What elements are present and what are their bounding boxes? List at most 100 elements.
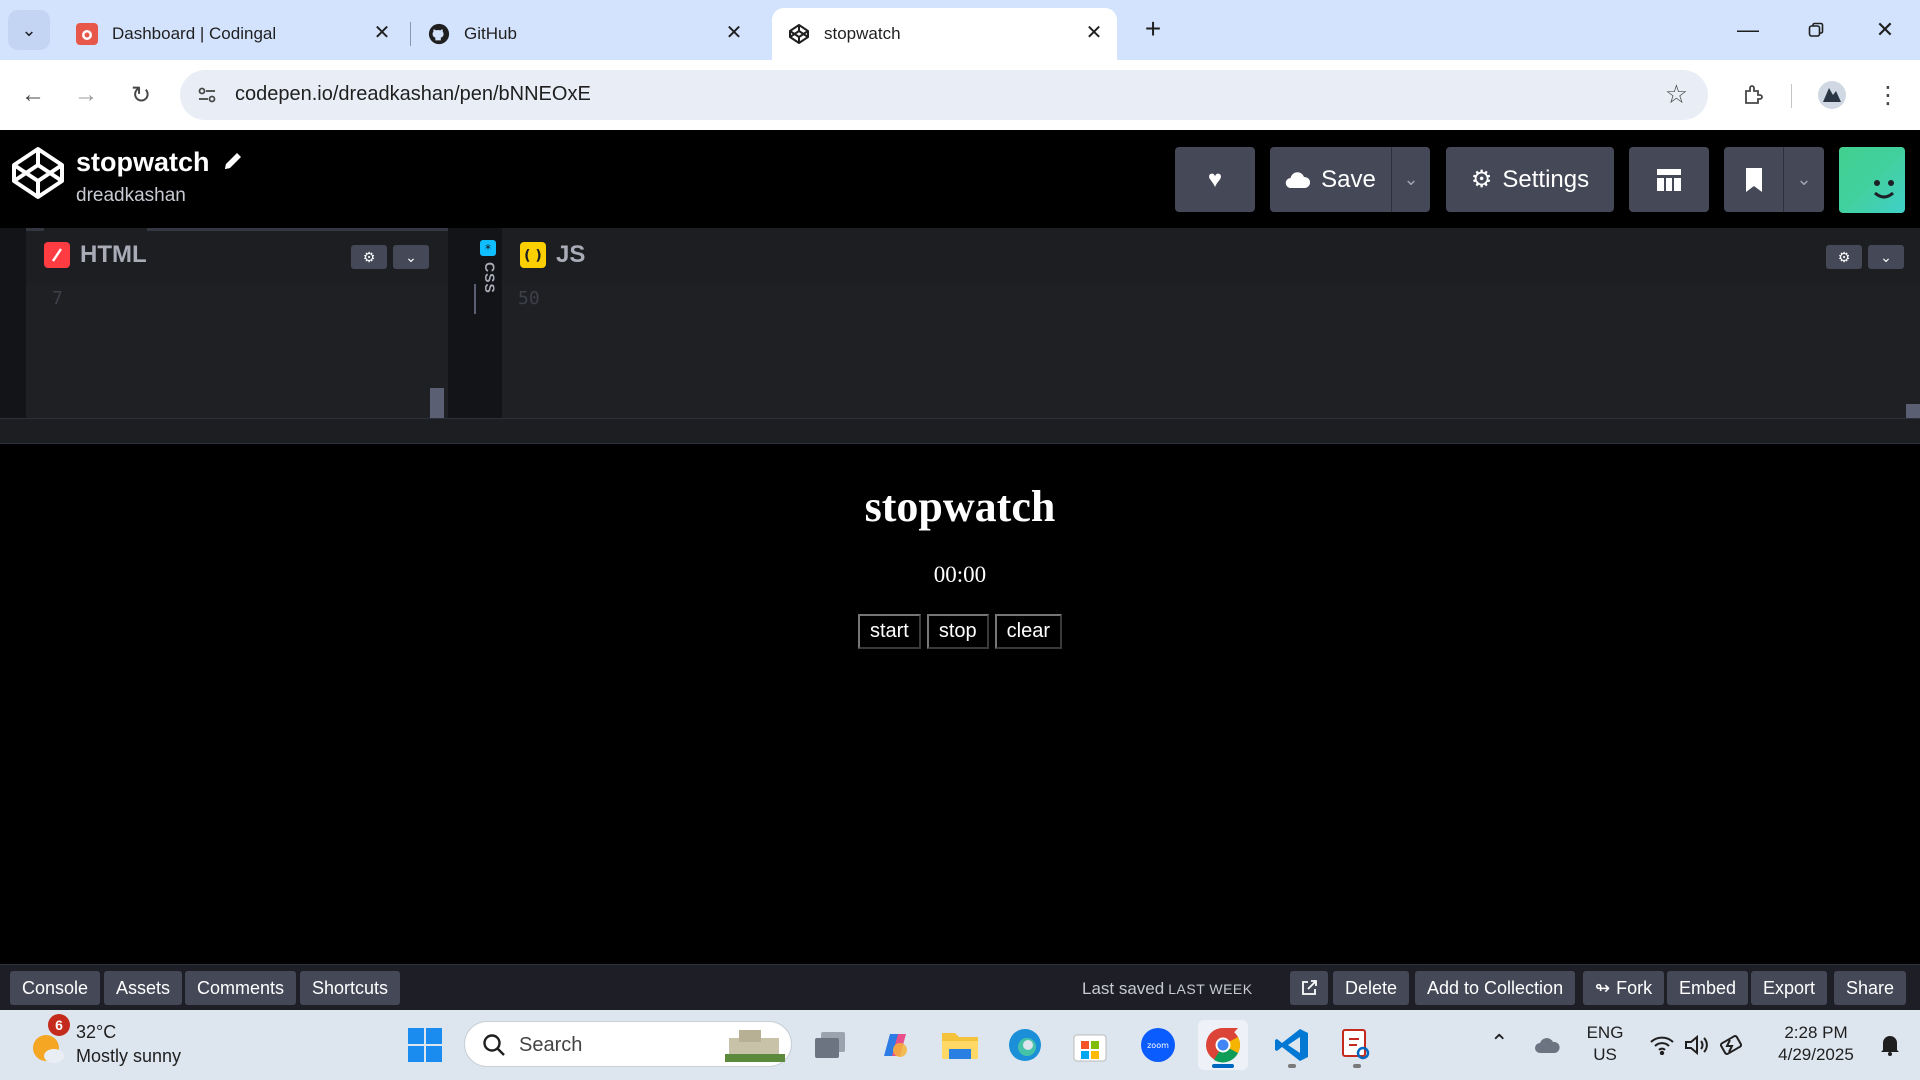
bookmark-star-icon[interactable]: ☆ <box>1665 79 1688 110</box>
html-label: HTML <box>80 241 147 268</box>
js-settings-button[interactable]: ⚙ <box>1826 245 1862 269</box>
tab-github[interactable]: GitHub ✕ <box>412 8 757 60</box>
zoom-app[interactable]: zoom <box>1133 1020 1183 1070</box>
task-view-icon <box>815 1032 845 1058</box>
shortcuts-button[interactable]: Shortcuts <box>300 971 401 1005</box>
chevron-down-icon: ⌄ <box>405 248 417 265</box>
line-number: 7 <box>52 288 63 309</box>
html-collapse-button[interactable]: ⌄ <box>393 245 429 269</box>
editor-divider[interactable] <box>448 228 474 418</box>
assets-button[interactable]: Assets <box>104 971 183 1005</box>
save-label: Save <box>1321 165 1376 193</box>
codepen-icon <box>788 23 810 45</box>
stop-button[interactable]: stop <box>926 614 989 649</box>
pen-title[interactable]: stopwatch <box>76 147 210 178</box>
site-info-icon[interactable] <box>194 82 220 108</box>
last-saved-status: Last saved LAST WEEK <box>1082 979 1253 999</box>
codepen-logo-icon[interactable] <box>10 145 66 201</box>
edge-app[interactable] <box>1000 1020 1050 1070</box>
fork-button[interactable]: ↬ Fork <box>1583 971 1665 1005</box>
close-window-button[interactable]: ✕ <box>1860 10 1910 50</box>
microsoft-store-app[interactable] <box>1065 1020 1115 1070</box>
preview-resizer[interactable] <box>0 418 1920 444</box>
forward-button[interactable]: → <box>67 76 105 114</box>
svg-text:zoom: zoom <box>1147 1041 1169 1050</box>
taskbar-search[interactable]: Search <box>464 1021 792 1067</box>
export-button[interactable]: Export <box>1751 971 1828 1005</box>
chrome-menu-icon[interactable]: ⋮ <box>1869 76 1907 114</box>
js-code-area[interactable]: 50 <box>502 284 1920 418</box>
css-editor-collapsed[interactable]: * CSS <box>474 228 502 418</box>
tab-search-button[interactable]: ⌄ <box>8 10 50 50</box>
console-button[interactable]: Console <box>10 971 101 1005</box>
minimize-button[interactable]: — <box>1723 10 1773 50</box>
add-to-collection-button[interactable]: Add to Collection <box>1415 971 1576 1005</box>
search-icon <box>483 1034 505 1056</box>
heart-button[interactable]: ♥ <box>1175 147 1255 212</box>
html-code-area[interactable]: 7 <box>26 284 448 418</box>
clear-button[interactable]: clear <box>994 614 1063 649</box>
delete-button[interactable]: Delete <box>1333 971 1410 1005</box>
close-tab-icon[interactable]: ✕ <box>723 22 745 44</box>
open-external-button[interactable] <box>1290 971 1328 1005</box>
last-saved-value: LAST WEEK <box>1168 981 1253 997</box>
show-hidden-icons[interactable]: ⌃ <box>1490 1030 1508 1056</box>
running-indicator <box>1212 1064 1234 1068</box>
input-language[interactable]: ENG US <box>1578 1022 1632 1066</box>
volume-icon[interactable] <box>1684 1034 1710 1056</box>
bookmark-button[interactable] <box>1724 147 1784 212</box>
editor-scrollbar[interactable] <box>1906 404 1920 418</box>
tab-codingal[interactable]: Dashboard | Codingal ✕ <box>60 8 405 60</box>
tab-title: Dashboard | Codingal <box>112 24 277 43</box>
save-dropdown-button[interactable]: ⌄ <box>1392 147 1430 212</box>
extensions-icon[interactable] <box>1735 76 1773 114</box>
url-text: codepen.io/dreadkashan/pen/bNNEOxE <box>235 83 591 105</box>
start-button[interactable]: start <box>857 614 921 649</box>
copilot-app[interactable] <box>870 1020 920 1070</box>
comments-button[interactable]: Comments <box>185 971 297 1005</box>
snipping-tool-app[interactable] <box>1332 1020 1382 1070</box>
wifi-icon[interactable] <box>1650 1035 1674 1055</box>
language-code: ENG <box>1586 1023 1624 1042</box>
back-button[interactable]: ← <box>14 76 52 114</box>
cloud-icon <box>1285 171 1311 188</box>
clock[interactable]: 2:28 PM 4/29/2025 <box>1766 1022 1866 1066</box>
browser-toolbar: ← → ↻ codepen.io/dreadkashan/pen/bNNEOxE… <box>0 60 1920 130</box>
editor-scrollbar[interactable] <box>430 388 444 418</box>
weather-widget[interactable]: 6 32°C Mostly sunny <box>28 1014 208 1072</box>
change-view-button[interactable] <box>1629 147 1709 212</box>
address-bar[interactable]: codepen.io/dreadkashan/pen/bNNEOxE ☆ <box>180 70 1708 120</box>
reload-button[interactable]: ↻ <box>122 76 160 114</box>
vscode-app[interactable] <box>1267 1020 1317 1070</box>
onedrive-icon[interactable] <box>1534 1035 1562 1055</box>
task-view-button[interactable] <box>805 1020 855 1070</box>
chevron-down-icon: ⌄ <box>21 19 37 40</box>
layout-icon <box>1657 168 1681 191</box>
chevron-down-icon: ⌄ <box>1880 248 1892 265</box>
pen-author[interactable]: dreadkashan <box>76 185 186 207</box>
profile-avatar[interactable] <box>1813 76 1851 114</box>
html-settings-button[interactable]: ⚙ <box>351 245 387 269</box>
start-button[interactable] <box>400 1020 450 1070</box>
embed-button[interactable]: Embed <box>1667 971 1749 1005</box>
battery-icon[interactable] <box>1718 1034 1744 1056</box>
user-avatar[interactable] <box>1839 147 1905 213</box>
save-button[interactable]: Save <box>1270 147 1392 212</box>
bookmark-dropdown-button[interactable]: ⌄ <box>1784 147 1824 212</box>
close-tab-icon[interactable]: ✕ <box>1083 22 1105 44</box>
new-tab-button[interactable]: + <box>1138 14 1168 44</box>
clock-date: 4/29/2025 <box>1778 1045 1854 1064</box>
heart-icon: ♥ <box>1207 165 1223 193</box>
file-explorer-app[interactable] <box>935 1020 985 1070</box>
windows-logo-icon <box>408 1028 442 1062</box>
close-tab-icon[interactable]: ✕ <box>371 22 393 44</box>
notification-bell-icon[interactable] <box>1878 1033 1902 1057</box>
js-collapse-button[interactable]: ⌄ <box>1868 245 1904 269</box>
tab-stopwatch[interactable]: stopwatch ✕ <box>772 8 1117 60</box>
toolbar-divider <box>1791 84 1792 108</box>
pencil-icon[interactable] <box>222 150 244 172</box>
settings-button[interactable]: ⚙ Settings <box>1446 147 1614 212</box>
restore-button[interactable] <box>1791 10 1841 50</box>
share-button[interactable]: Share <box>1834 971 1907 1005</box>
chrome-app[interactable] <box>1198 1020 1248 1070</box>
